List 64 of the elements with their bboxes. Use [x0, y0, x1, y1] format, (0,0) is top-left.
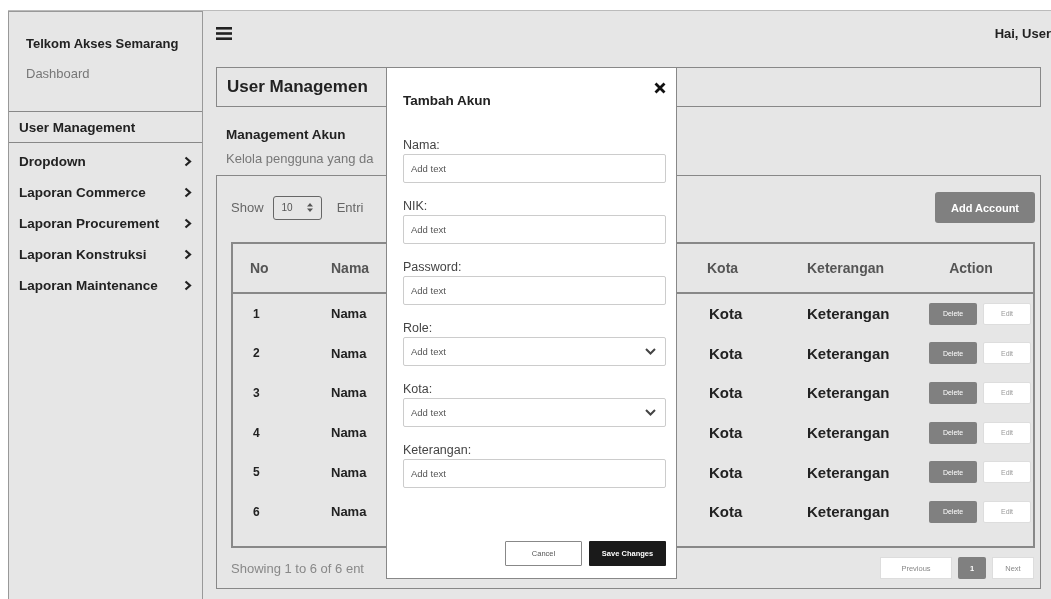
- table-cell: Nama: [331, 345, 367, 361]
- table-cell-text: Kota: [708, 503, 743, 521]
- table-cell: Keterangan: [807, 424, 890, 442]
- close-icon[interactable]: [654, 82, 666, 94]
- sidebar-item[interactable]: User Management: [9, 112, 202, 143]
- sidebar-item[interactable]: Laporan Maintenance: [9, 270, 202, 301]
- input-field[interactable]: Add text: [403, 215, 666, 244]
- sidebar-item[interactable]: Laporan Konstruksi: [9, 239, 202, 270]
- chevron-down-icon: [645, 348, 656, 355]
- table-cell: Nama: [331, 504, 367, 520]
- table-cell-text: Kota: [708, 384, 743, 402]
- table-cell-text: 3: [252, 386, 260, 400]
- entries-label: Entri: [336, 200, 364, 215]
- user-greeting: Hai, User: [994, 25, 1051, 41]
- table-cell: Keterangan: [807, 344, 890, 362]
- table-cell-text: 2: [252, 346, 260, 361]
- chevron-down-icon: [645, 409, 656, 416]
- entries-info: Showing 1 to 6 of 6 ent: [231, 560, 364, 576]
- sidebar-item[interactable]: Laporan Procurement: [9, 208, 202, 239]
- field-label: Kota:: [403, 382, 434, 396]
- page-size-spinner[interactable]: 10: [272, 195, 322, 220]
- field-label: Role:: [403, 321, 434, 335]
- dropdown-field[interactable]: Add text: [403, 337, 666, 366]
- dashboard-link[interactable]: Dashboard: [26, 66, 90, 81]
- input-field[interactable]: Add text: [403, 276, 666, 305]
- section-title: Management Akun: [226, 127, 347, 142]
- table-cell: Nama: [331, 385, 367, 401]
- column-header: Kota: [707, 260, 739, 276]
- table-cell: Keterangan: [807, 503, 890, 521]
- table-cell: Keterangan: [807, 305, 890, 323]
- field-label: Password:: [403, 260, 463, 274]
- dropdown-field[interactable]: Add text: [403, 398, 666, 427]
- table-cell-text: Kota: [708, 305, 743, 323]
- table-cell: Nama: [331, 306, 367, 322]
- modal-title: Tambah Akun: [403, 93, 491, 108]
- table-cell: Keterangan: [807, 463, 890, 481]
- table-cell-text: Kota: [708, 424, 743, 442]
- sidebar-item[interactable]: Laporan Commerce: [9, 177, 202, 208]
- table-cell: Nama: [331, 425, 367, 441]
- add-account-button[interactable]: Add Account: [935, 192, 1035, 223]
- table-cell-text: Kota: [708, 344, 743, 362]
- field-label: NIK:: [403, 199, 429, 213]
- page-title: User Managemen: [227, 77, 368, 97]
- column-header: Keterangan: [807, 260, 885, 276]
- field-label: Nama:: [403, 138, 441, 152]
- sidebar-item[interactable]: Dropdown: [9, 146, 202, 177]
- menu-icon[interactable]: [216, 26, 232, 40]
- table-cell: Keterangan: [807, 384, 890, 402]
- field-label: Keterangan:: [403, 443, 473, 457]
- table-cell-text: Kota: [708, 463, 743, 481]
- input-field[interactable]: Add text: [403, 154, 666, 183]
- table-cell-text: 4: [252, 425, 260, 440]
- section-subtitle: Kelola pengguna yang da: [226, 151, 375, 166]
- table-cell-text: 1: [252, 306, 260, 321]
- app-title: Telkom Akses Semarang: [26, 36, 179, 51]
- column-header: No: [249, 260, 269, 276]
- show-label: Show: [231, 200, 264, 215]
- table-cell: Nama: [331, 464, 367, 480]
- column-header: Action: [949, 260, 994, 276]
- table-cell-text: 6: [252, 504, 260, 519]
- table-cell-text: 5: [252, 465, 260, 480]
- input-field[interactable]: Add text: [403, 459, 666, 488]
- column-header: Nama: [331, 260, 370, 276]
- up-down-icon: [306, 203, 313, 212]
